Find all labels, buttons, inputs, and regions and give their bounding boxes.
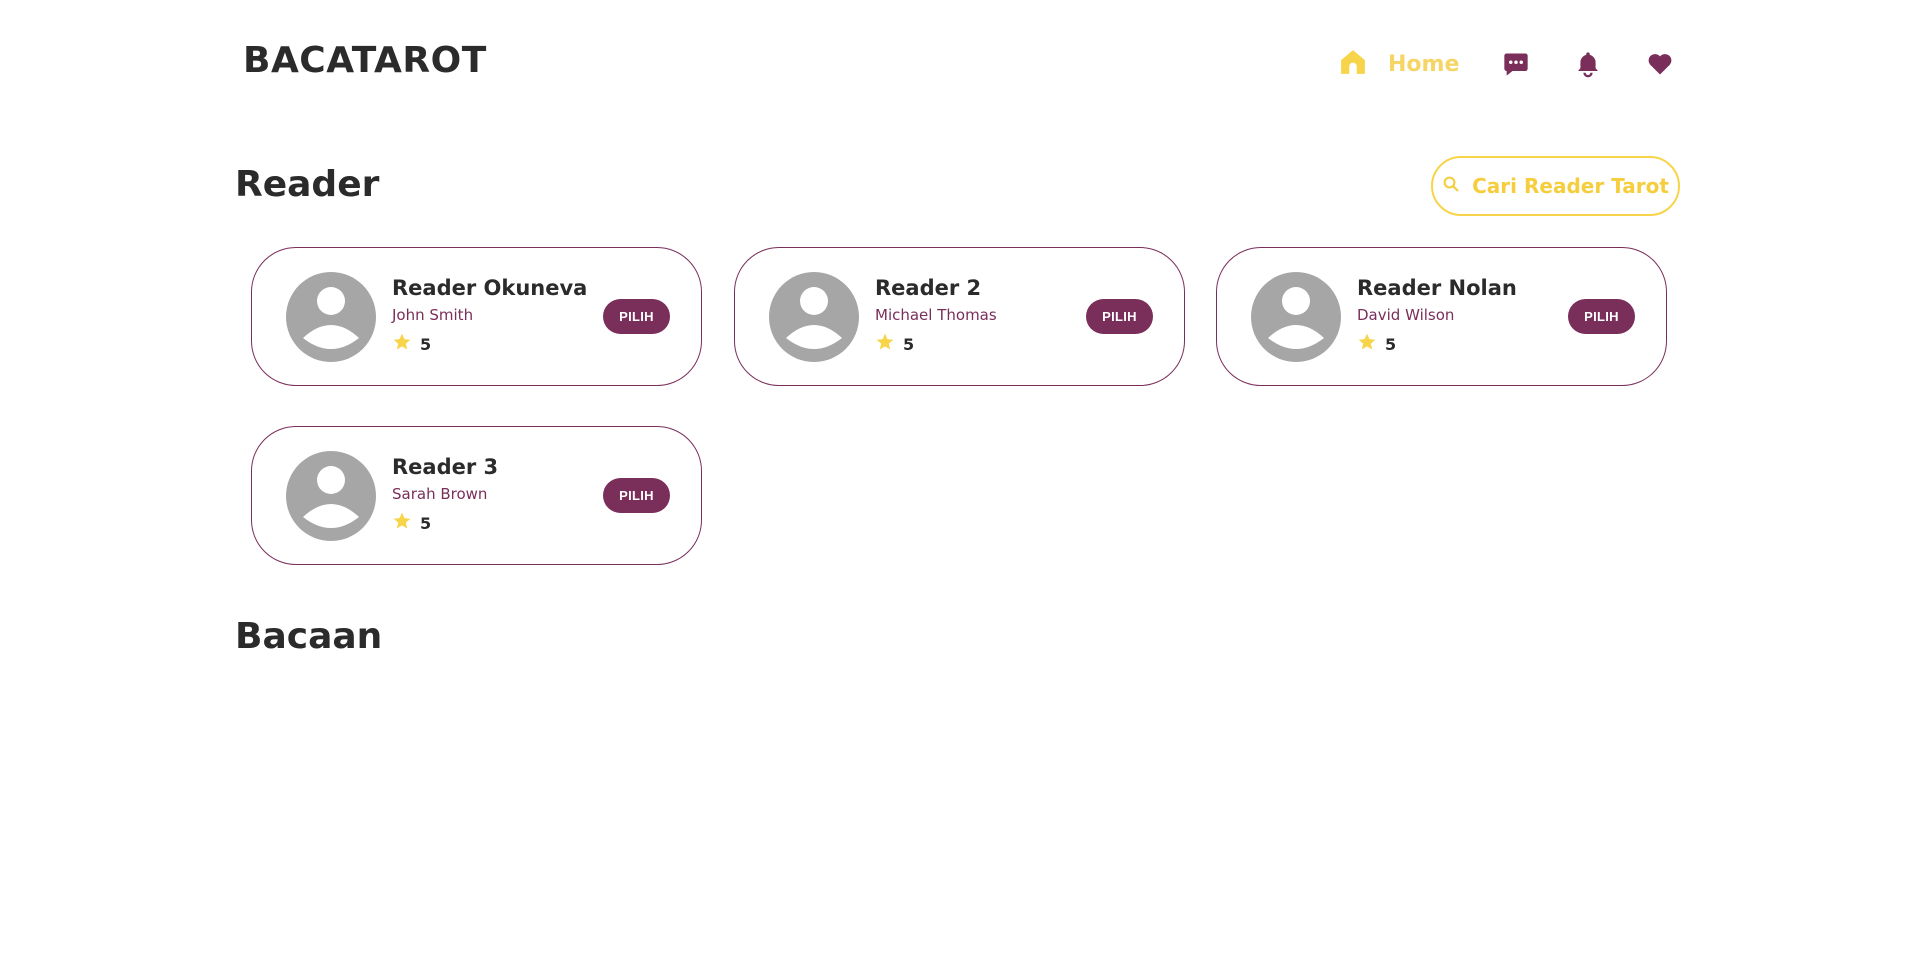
avatar (769, 272, 859, 362)
pilih-button[interactable]: PILIH (603, 299, 670, 334)
rating-value: 5 (420, 513, 432, 533)
reader-card: Reader Nolan David Wilson 5 PILIH (1216, 247, 1667, 386)
reader-person: David Wilson (1357, 306, 1455, 324)
reader-rating: 5 (875, 332, 914, 356)
star-icon (1357, 332, 1377, 356)
reader-card: Reader 3 Sarah Brown 5 PILIH (251, 426, 702, 565)
pilih-button[interactable]: PILIH (1568, 299, 1635, 334)
star-icon (875, 332, 895, 356)
reader-card: Reader 2 Michael Thomas 5 PILIH (734, 247, 1185, 386)
home-icon (1338, 47, 1368, 81)
reader-name: Reader 2 (875, 276, 982, 300)
section-title-reader: Reader (235, 164, 380, 205)
reader-rating: 5 (1357, 332, 1396, 356)
reader-rating: 5 (392, 511, 431, 535)
reader-name: Reader Nolan (1357, 276, 1517, 300)
pilih-button[interactable]: PILIH (603, 478, 670, 513)
reader-rating: 5 (392, 332, 431, 356)
reader-person: Sarah Brown (392, 485, 488, 503)
header: BACATAROT Home (0, 0, 1920, 130)
star-icon (392, 511, 412, 535)
nav-home-label: Home (1388, 51, 1460, 77)
reader-card: Reader Okuneva John Smith 5 PILIH (251, 247, 702, 386)
reader-name: Reader 3 (392, 455, 499, 479)
avatar (1251, 272, 1341, 362)
search-reader-label: Cari Reader Tarot (1472, 174, 1669, 198)
star-icon (392, 332, 412, 356)
top-nav: Home (1338, 44, 1675, 84)
rating-value: 5 (903, 334, 915, 354)
section-title-bacaan: Bacaan (235, 616, 383, 657)
nav-home[interactable]: Home (1338, 47, 1459, 81)
avatar (286, 272, 376, 362)
heart-icon[interactable] (1645, 49, 1675, 79)
pilih-button[interactable]: PILIH (1086, 299, 1153, 334)
search-icon (1442, 174, 1472, 198)
bell-icon[interactable] (1573, 49, 1603, 79)
app-logo[interactable]: BACATAROT (243, 40, 487, 81)
reader-person: John Smith (392, 306, 474, 324)
search-reader-button[interactable]: Cari Reader Tarot (1431, 156, 1680, 216)
rating-value: 5 (1385, 334, 1397, 354)
reader-person: Michael Thomas (875, 306, 997, 324)
chat-icon[interactable] (1501, 49, 1531, 79)
avatar (286, 451, 376, 541)
rating-value: 5 (420, 334, 432, 354)
reader-name: Reader Okuneva (392, 276, 588, 300)
